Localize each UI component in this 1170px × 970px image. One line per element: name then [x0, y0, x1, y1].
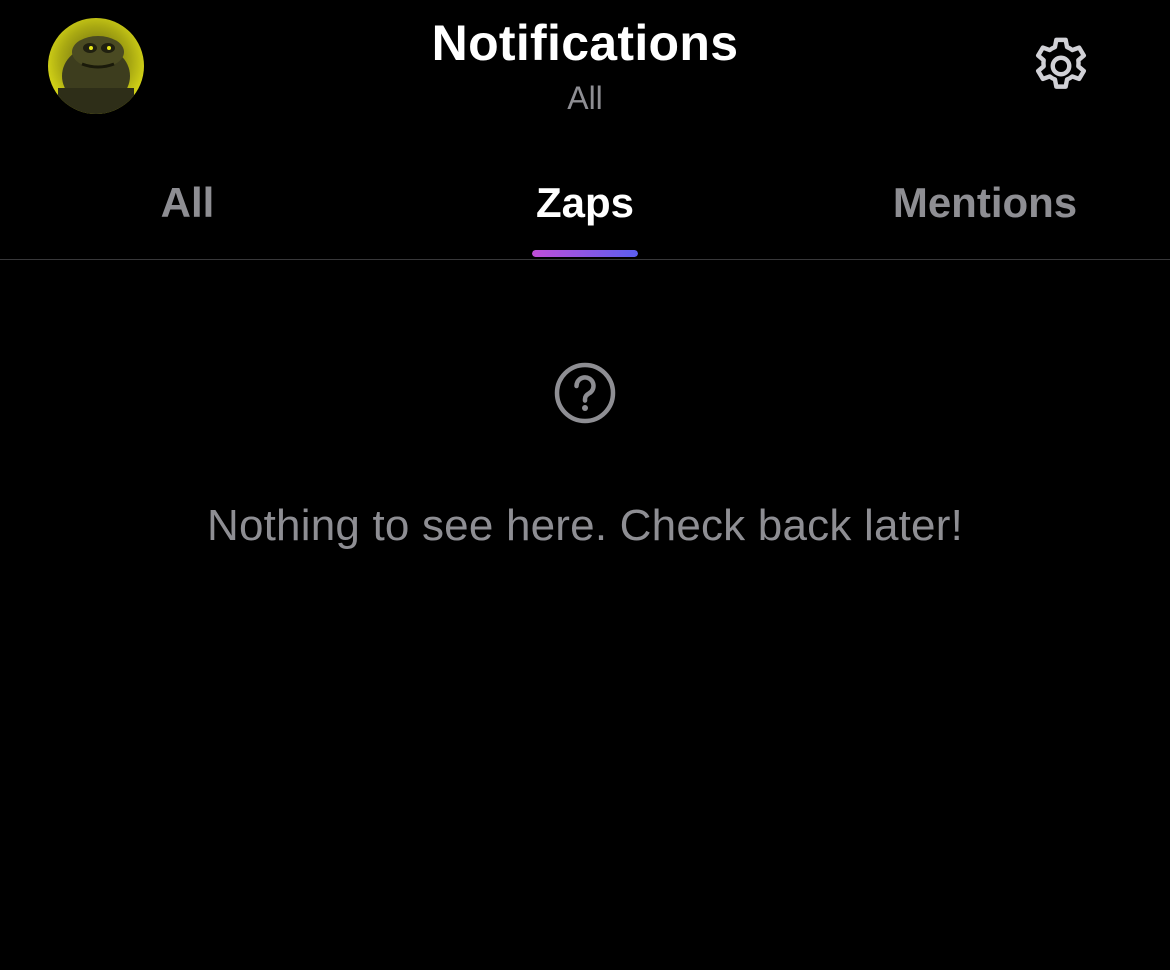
tabs-divider: [0, 259, 1170, 260]
page-title: Notifications: [431, 15, 739, 71]
active-tab-indicator: [532, 250, 638, 257]
empty-state-message: Nothing to see here. Check back later!: [206, 501, 963, 550]
tab-mentions[interactable]: Mentions: [860, 160, 1110, 260]
tab-bar: All Zaps Mentions: [0, 160, 1170, 260]
tab-zaps[interactable]: Zaps: [490, 160, 680, 260]
gear-icon: [1035, 37, 1087, 89]
tab-label-mentions: Mentions: [892, 179, 1078, 226]
profile-avatar[interactable]: [48, 18, 144, 114]
tab-label-all: All: [160, 179, 215, 226]
tab-all[interactable]: All: [100, 160, 275, 260]
tab-label-zaps: Zaps: [535, 179, 635, 226]
title-block: Notifications All: [285, 12, 885, 120]
avatar-image: [48, 18, 144, 114]
empty-state: Nothing to see here. Check back later!: [0, 360, 1170, 550]
page-subtitle: All: [567, 80, 603, 116]
question-circle-icon: [554, 362, 616, 424]
header: Notifications All: [0, 0, 1170, 130]
settings-button[interactable]: [1028, 33, 1094, 99]
